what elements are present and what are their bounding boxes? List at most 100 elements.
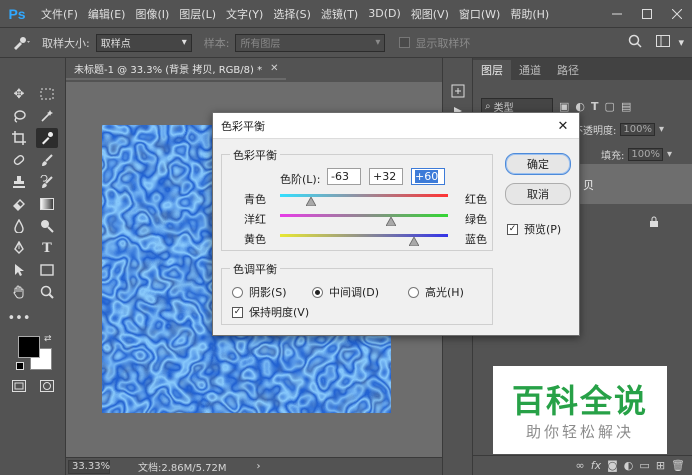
move-tool-icon[interactable]: ✥ [8, 84, 30, 104]
menu-file[interactable]: 文件(F) [36, 6, 83, 22]
minimize-icon [612, 13, 622, 14]
radio-shadows[interactable]: 阴影(S) [232, 284, 287, 300]
hand-tool-icon[interactable] [8, 282, 30, 302]
chevron-down-icon[interactable]: ▾ [667, 149, 672, 160]
search-icon[interactable] [628, 34, 642, 51]
history-panel-icon[interactable] [451, 84, 465, 101]
zoom-tool-icon[interactable] [36, 282, 58, 302]
fill-label: 填充: [601, 151, 625, 162]
magic-wand-icon[interactable] [36, 106, 58, 126]
menu-filter[interactable]: 滤镜(T) [316, 6, 363, 22]
rectangle-tool-icon[interactable] [36, 260, 58, 280]
preserve-luminosity-checkbox[interactable]: ✓ 保持明度(V) [232, 304, 309, 320]
tone-balance-group-title: 色调平衡 [230, 261, 280, 277]
filter-pixel-icon[interactable]: ▣ [559, 100, 569, 113]
fx-icon[interactable]: fx [591, 459, 601, 472]
history-brush-icon[interactable] [36, 172, 58, 192]
sample-size-label: 取样大小: [42, 36, 90, 50]
filter-adjustment-icon[interactable]: ◐ [575, 100, 585, 113]
spot-healing-icon[interactable] [8, 150, 30, 170]
more-tools-icon[interactable]: ••• [8, 308, 31, 328]
minimize-button[interactable] [602, 0, 632, 28]
level-magenta-green-input[interactable]: +32 [369, 168, 403, 185]
path-selection-icon[interactable] [8, 260, 30, 280]
document-tab-title: 未标题-1 @ 33.3% (背景 拷贝, RGB/8) * [74, 64, 263, 76]
menu-edit[interactable]: 编辑(E) [83, 6, 131, 22]
trash-icon[interactable]: 🗑 [671, 459, 685, 472]
adjustment-layer-icon[interactable]: ◐ [624, 459, 634, 472]
radio-midtones[interactable]: 中间调(D) [312, 284, 379, 300]
green-label: 绿色 [465, 213, 487, 226]
type-tool-icon[interactable]: T [36, 238, 58, 258]
pen-tool-icon[interactable] [8, 238, 30, 258]
new-layer-icon[interactable]: ⊞ [656, 459, 665, 472]
eyedropper-preset-icon[interactable] [10, 35, 34, 51]
screen-mode-icon[interactable] [12, 380, 26, 395]
zoom-field[interactable]: 33.33% [68, 459, 110, 474]
chevron-right-icon[interactable]: › [257, 461, 261, 472]
yellow-blue-slider-thumb[interactable] [409, 237, 420, 246]
menu-type[interactable]: 文字(Y) [221, 6, 268, 22]
eraser-tool-icon[interactable] [8, 194, 30, 214]
yellow-blue-track[interactable] [280, 234, 448, 237]
fill-field[interactable]: 100% [628, 148, 663, 161]
tab-layers[interactable]: 图层 [473, 60, 511, 80]
watermark-badge: 百科全说 助你轻松解决 [493, 366, 667, 454]
show-ring-checkbox[interactable] [399, 37, 411, 48]
level-yellow-blue-value: +60 [415, 170, 439, 183]
workspace-icon[interactable] [656, 35, 671, 50]
menu-image[interactable]: 图像(I) [130, 6, 174, 22]
filter-type-icon[interactable]: T [591, 100, 599, 113]
clone-stamp-icon[interactable] [8, 172, 30, 192]
default-colors-icon[interactable] [16, 362, 24, 370]
foreground-color-swatch[interactable] [18, 336, 40, 358]
options-bar: 取样大小: 取样点 ▾ 样本: 所有图层 ▾ 显示取样环 ▾ [0, 28, 692, 58]
document-tab[interactable]: 未标题-1 @ 33.3% (背景 拷贝, RGB/8) * ✕ [66, 58, 286, 80]
crop-tool-icon[interactable] [8, 128, 30, 148]
menu-window[interactable]: 窗口(W) [454, 6, 505, 22]
menu-view[interactable]: 视图(V) [406, 6, 454, 22]
brush-tool-icon[interactable] [36, 150, 58, 170]
cyan-red-slider-row: 青色 红色 [222, 189, 499, 207]
mask-icon[interactable]: ◙ [607, 459, 618, 472]
sample-select[interactable]: 所有图层 ▾ [235, 33, 386, 52]
quick-mask-icon[interactable] [40, 380, 54, 395]
maximize-button[interactable] [632, 0, 662, 28]
chevron-down-icon[interactable]: ▾ [678, 36, 684, 49]
chevron-down-icon[interactable]: ▾ [659, 124, 664, 135]
marquee-tool-icon[interactable] [36, 84, 58, 104]
blur-tool-icon[interactable] [8, 216, 30, 236]
level-yellow-blue-input[interactable]: +60 [411, 168, 445, 185]
magenta-green-slider-thumb[interactable] [385, 217, 396, 226]
group-folder-icon[interactable]: ▭ [639, 459, 649, 472]
dialog-title-bar[interactable]: 色彩平衡 ✕ [213, 113, 579, 139]
close-icon[interactable]: ✕ [270, 63, 278, 74]
menu-help[interactable]: 帮助(H) [505, 6, 554, 22]
tab-channels[interactable]: 通道 [511, 60, 549, 80]
cancel-button[interactable]: 取消 [505, 183, 571, 205]
cyan-red-slider-thumb[interactable] [306, 197, 317, 206]
radio-highlights[interactable]: 高光(H) [408, 284, 464, 300]
level-cyan-red-input[interactable]: -63 [327, 168, 361, 185]
filter-shape-icon[interactable]: ▢ [605, 100, 615, 113]
dialog-close-button[interactable]: ✕ [555, 118, 571, 134]
magenta-green-track[interactable] [280, 214, 448, 217]
eyedropper-tool-icon[interactable] [36, 128, 58, 148]
filter-smart-icon[interactable]: ▤ [621, 100, 631, 113]
sample-size-select[interactable]: 取样点 ▾ [95, 33, 192, 52]
radio-highlights-label: 高光(H) [425, 286, 464, 299]
preview-checkbox[interactable]: ✓ 预览(P) [507, 221, 561, 237]
ok-button[interactable]: 确定 [505, 153, 571, 175]
dodge-tool-icon[interactable] [36, 216, 58, 236]
menu-select[interactable]: 选择(S) [268, 6, 316, 22]
gradient-tool-icon[interactable] [36, 194, 58, 214]
level-magenta-green-value: +32 [373, 170, 397, 183]
link-icon[interactable]: ∞ [576, 459, 585, 472]
opacity-field[interactable]: 100% [620, 123, 655, 136]
swap-colors-icon[interactable]: ⇄ [44, 334, 52, 344]
menu-layer[interactable]: 图层(L) [174, 6, 221, 22]
tab-paths[interactable]: 路径 [549, 60, 587, 80]
menu-3d[interactable]: 3D(D) [363, 7, 406, 20]
lasso-tool-icon[interactable] [8, 106, 30, 126]
close-window-button[interactable] [662, 0, 692, 28]
